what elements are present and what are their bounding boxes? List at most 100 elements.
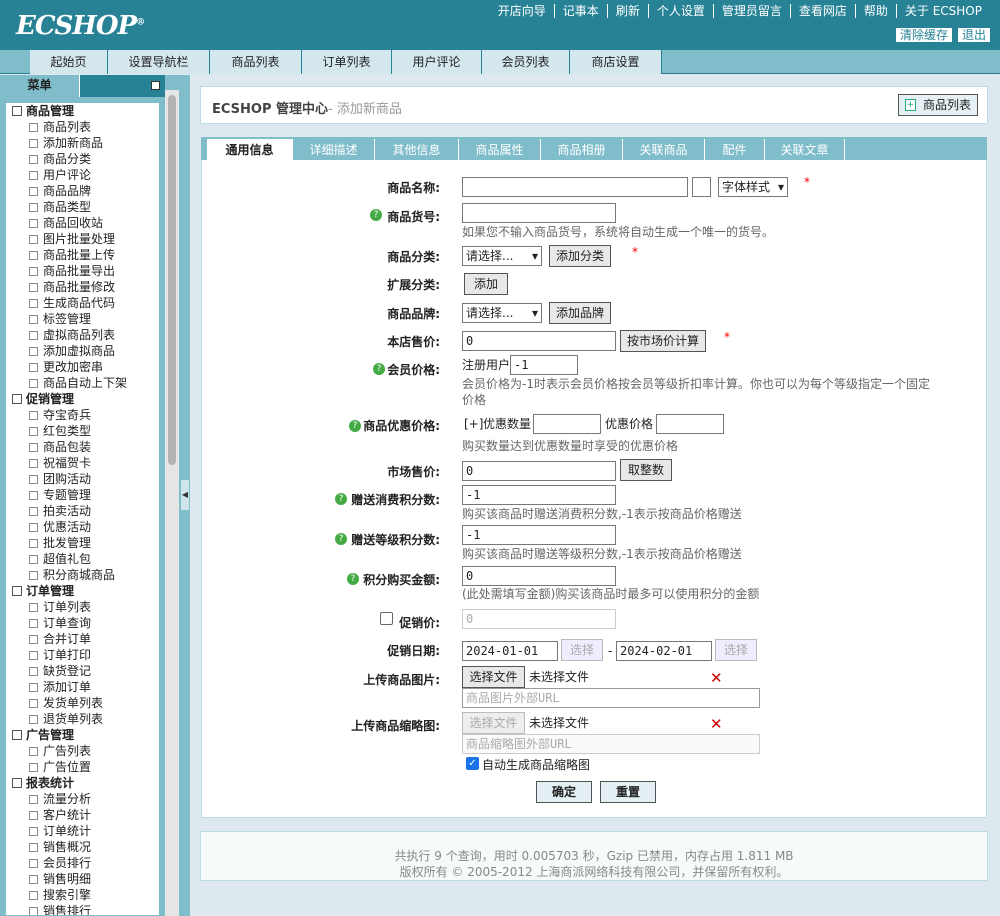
rank-integral-input[interactable]: -1 <box>462 525 616 545</box>
goods-name-input[interactable] <box>462 177 688 197</box>
choose-start-date-button[interactable]: 选择 <box>561 639 603 661</box>
menu-item[interactable]: 标签管理 <box>6 311 159 327</box>
menu-item[interactable]: 会员排行 <box>6 855 159 871</box>
shop-price-input[interactable]: 0 <box>462 331 616 351</box>
add-category-button[interactable]: 添加分类 <box>549 245 611 267</box>
tab-description[interactable]: 详细描述 <box>293 139 375 161</box>
delete-thumb-icon[interactable]: ✕ <box>710 715 723 733</box>
brand-select[interactable]: 请选择... <box>462 303 542 323</box>
tab-general-info[interactable]: 通用信息 <box>207 139 293 161</box>
menu-item[interactable]: 拍卖活动 <box>6 503 159 519</box>
color-picker[interactable] <box>692 177 711 197</box>
menu-item[interactable]: 团购活动 <box>6 471 159 487</box>
menu-item[interactable]: 订单打印 <box>6 647 159 663</box>
reset-button[interactable]: 重置 <box>600 781 656 803</box>
clear-cache-button[interactable]: 清除缓存 <box>895 28 952 42</box>
menu-item[interactable]: 商品品牌 <box>6 183 159 199</box>
link-admin-messages[interactable]: 管理员留言 <box>712 4 790 18</box>
menu-item[interactable]: 红包类型 <box>6 423 159 439</box>
menu-item[interactable]: 优惠活动 <box>6 519 159 535</box>
volume-qty-input[interactable] <box>533 414 601 434</box>
menu-item[interactable]: 商品分类 <box>6 151 159 167</box>
nav-store-settings[interactable]: 商店设置 <box>570 50 662 74</box>
promote-end-date-input[interactable]: 2024-02-01 <box>616 641 712 661</box>
thumb-url-input[interactable]: 商品缩略图外部URL <box>462 734 760 754</box>
promote-price-input[interactable]: 0 <box>462 609 616 629</box>
menu-item[interactable]: 搜索引擎 <box>6 887 159 903</box>
menu-item[interactable]: 客户统计 <box>6 807 159 823</box>
add-brand-button[interactable]: 添加品牌 <box>549 302 611 324</box>
menu-item[interactable]: 广告位置 <box>6 759 159 775</box>
nav-order-list[interactable]: 订单列表 <box>302 50 392 74</box>
link-notepad[interactable]: 记事本 <box>553 4 607 18</box>
choose-image-file-button[interactable]: 选择文件 <box>462 666 525 688</box>
link-refresh[interactable]: 刷新 <box>606 4 648 18</box>
volume-price-input[interactable] <box>656 414 724 434</box>
tab-gallery[interactable]: 商品相册 <box>541 139 623 161</box>
menu-group[interactable]: 促销管理 <box>6 391 159 407</box>
tab-attributes[interactable]: 商品属性 <box>459 139 541 161</box>
menu-scrollbar[interactable] <box>165 90 179 916</box>
menu-item[interactable]: 合并订单 <box>6 631 159 647</box>
promote-start-date-input[interactable]: 2024-01-01 <box>462 641 558 661</box>
menu-item[interactable]: 祝福贺卡 <box>6 455 159 471</box>
menu-item[interactable]: 商品自动上下架 <box>6 375 159 391</box>
menu-item[interactable]: 商品批量修改 <box>6 279 159 295</box>
link-setup-wizard[interactable]: 开店向导 <box>490 4 554 18</box>
menu-item[interactable]: 订单查询 <box>6 615 159 631</box>
font-style-select[interactable]: 字体样式 <box>718 177 788 197</box>
menu-item[interactable]: 虚拟商品列表 <box>6 327 159 343</box>
add-volume-price-link[interactable]: [+] <box>464 416 483 432</box>
menu-group[interactable]: 广告管理 <box>6 727 159 743</box>
menu-item[interactable]: 用户评论 <box>6 167 159 183</box>
choose-thumb-file-button[interactable]: 选择文件 <box>462 712 525 734</box>
calc-market-price-button[interactable]: 按市场价计算 <box>620 330 706 352</box>
nav-start-page[interactable]: 起始页 <box>30 50 108 74</box>
menu-item[interactable]: 添加订单 <box>6 679 159 695</box>
add-ext-category-button[interactable]: 添加 <box>464 273 508 295</box>
link-help[interactable]: 帮助 <box>854 4 896 18</box>
link-view-store[interactable]: 查看网店 <box>789 4 855 18</box>
ecshop-logo[interactable]: ECSHOP® <box>16 11 145 41</box>
sidebar-splitter[interactable]: ◀ <box>180 75 190 916</box>
integral-input[interactable]: 0 <box>462 566 616 586</box>
menu-item[interactable]: 图片批量处理 <box>6 231 159 247</box>
menu-item[interactable]: 发货单列表 <box>6 695 159 711</box>
menu-group[interactable]: 订单管理 <box>6 583 159 599</box>
menu-group[interactable]: 报表统计 <box>6 775 159 791</box>
link-personal-settings[interactable]: 个人设置 <box>647 4 713 18</box>
member-price-input[interactable]: -1 <box>510 355 578 375</box>
menu-group[interactable]: 商品管理 <box>6 103 159 119</box>
menu-item[interactable]: 生成商品代码 <box>6 295 159 311</box>
market-price-input[interactable]: 0 <box>462 461 616 481</box>
menu-item[interactable]: 商品类型 <box>6 199 159 215</box>
menu-item[interactable]: 订单列表 <box>6 599 159 615</box>
choose-end-date-button[interactable]: 选择 <box>715 639 757 661</box>
give-integral-input[interactable]: -1 <box>462 485 616 505</box>
collapse-arrow-icon[interactable]: ◀ <box>181 480 189 510</box>
nav-settings-bar[interactable]: 设置导航栏 <box>108 50 210 74</box>
collapse-menu-icon[interactable] <box>151 81 160 90</box>
goods-list-button[interactable]: + 商品列表 <box>897 94 978 116</box>
menu-item[interactable]: 更改加密串 <box>6 359 159 375</box>
menu-item[interactable]: 添加新商品 <box>6 135 159 151</box>
goods-sn-input[interactable] <box>462 203 616 223</box>
image-url-input[interactable]: 商品图片外部URL <box>462 688 760 708</box>
menu-item[interactable]: 添加虚拟商品 <box>6 343 159 359</box>
menu-item[interactable]: 商品回收站 <box>6 215 159 231</box>
menu-item[interactable]: 销售排行 <box>6 903 159 915</box>
menu-item[interactable]: 流量分析 <box>6 791 159 807</box>
link-about[interactable]: 关于 ECSHOP <box>895 4 990 18</box>
tab-related-articles[interactable]: 关联文章 <box>765 139 845 161</box>
submit-button[interactable]: 确定 <box>536 781 592 803</box>
menu-item[interactable]: 退货单列表 <box>6 711 159 727</box>
menu-item[interactable]: 订单统计 <box>6 823 159 839</box>
menu-item[interactable]: 广告列表 <box>6 743 159 759</box>
nav-member-list[interactable]: 会员列表 <box>482 50 570 74</box>
menu-item[interactable]: 商品包装 <box>6 439 159 455</box>
category-select[interactable]: 请选择... <box>462 246 542 266</box>
menu-item[interactable]: 专题管理 <box>6 487 159 503</box>
tab-other-info[interactable]: 其他信息 <box>375 139 459 161</box>
delete-image-icon[interactable]: ✕ <box>710 669 723 687</box>
nav-goods-list[interactable]: 商品列表 <box>210 50 302 74</box>
